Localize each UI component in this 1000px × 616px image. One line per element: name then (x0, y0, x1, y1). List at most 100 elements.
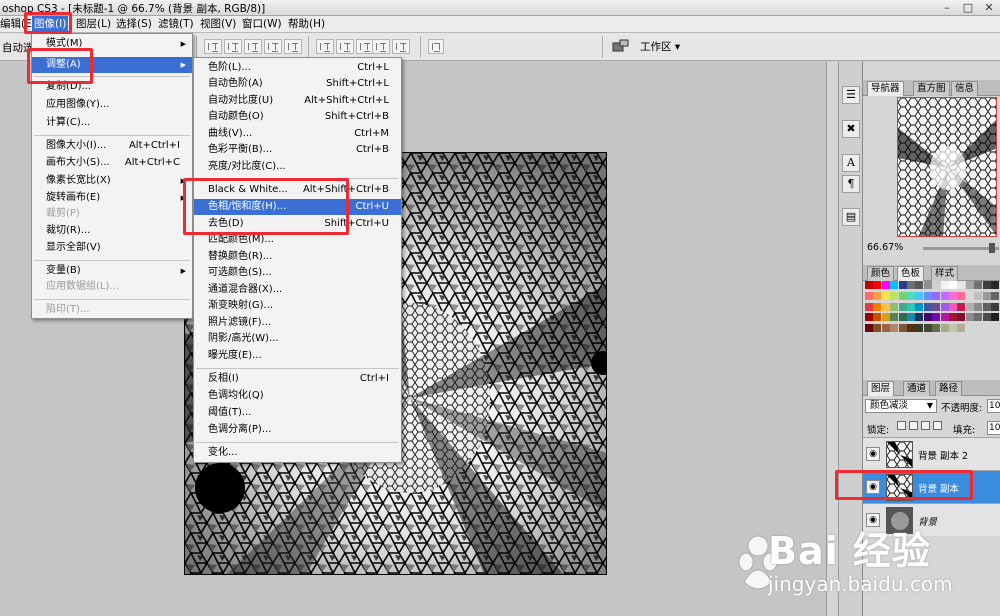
color-swatch[interactable] (932, 291, 941, 300)
color-swatch[interactable] (890, 281, 899, 289)
image-menu-item[interactable]: 图像大小(I)... Alt+Ctrl+I (32, 138, 192, 154)
blend-mode-select[interactable]: 颜色减淡 ▼ (865, 399, 937, 413)
menu-select[interactable]: 选择(S) (114, 16, 154, 33)
zoom-slider[interactable] (923, 243, 999, 253)
tab-navigator[interactable]: 导航器 (867, 81, 904, 96)
color-swatch[interactable] (932, 281, 941, 289)
color-swatch[interactable] (949, 313, 957, 322)
color-swatch[interactable] (881, 313, 890, 322)
color-swatch[interactable] (957, 324, 966, 333)
color-swatch[interactable] (982, 302, 991, 311)
color-swatch[interactable] (974, 313, 983, 322)
color-swatch[interactable] (873, 281, 882, 289)
auto-align-icon[interactable] (428, 39, 444, 54)
color-swatch[interactable] (865, 302, 873, 311)
color-swatch[interactable] (940, 324, 949, 333)
navigator-zoom[interactable]: 66.67% (867, 242, 903, 253)
lock-position-icon[interactable] (921, 421, 930, 430)
adjust-menu-item[interactable]: 阈值(T)... (194, 405, 401, 421)
menu-help[interactable]: 帮助(H) (286, 16, 327, 33)
color-swatch[interactable] (949, 324, 957, 333)
tool-presets-icon[interactable]: ✖ (842, 120, 860, 138)
layer-row[interactable]: ◉ 背景 副本 2 (863, 437, 1000, 470)
color-swatch[interactable] (907, 313, 915, 322)
tab-histogram[interactable]: 直方图 (913, 81, 950, 96)
color-swatch[interactable] (982, 281, 991, 289)
color-swatch[interactable] (865, 324, 873, 333)
menu-filter[interactable]: 滤镜(T) (156, 16, 196, 33)
color-swatch[interactable] (965, 313, 974, 322)
color-swatch[interactable] (907, 281, 915, 289)
color-swatch[interactable] (873, 313, 882, 322)
image-menu-item[interactable]: 显示全部(V) (32, 240, 192, 256)
adjust-menu-item[interactable]: 色阶(L)... Ctrl+L (194, 60, 401, 76)
color-swatch[interactable] (898, 291, 907, 300)
color-swatch[interactable] (881, 324, 890, 333)
opacity-field[interactable]: 100 (987, 399, 1000, 413)
navigator-preview[interactable] (897, 97, 997, 237)
tab-swatches[interactable]: 色板 (897, 266, 925, 281)
image-menu-item[interactable]: 旋转画布(E) ▶ (32, 190, 192, 206)
color-swatch[interactable] (915, 313, 924, 322)
color-swatch[interactable] (873, 291, 882, 300)
color-swatch[interactable] (940, 313, 949, 322)
adjust-menu-item[interactable]: 通道混合器(X)... (194, 282, 401, 298)
align-bottom-icon[interactable] (244, 39, 262, 54)
tab-channels[interactable]: 通道 (903, 381, 931, 396)
distribute-left-icon[interactable] (372, 39, 390, 54)
color-swatch[interactable] (991, 291, 999, 300)
color-swatch[interactable] (907, 291, 915, 300)
color-swatch[interactable] (865, 313, 873, 322)
color-swatch[interactable] (974, 291, 983, 300)
color-swatch[interactable] (923, 324, 932, 333)
lock-all-icon[interactable] (933, 421, 942, 430)
image-menu-item[interactable]: 画布大小(S)... Alt+Ctrl+C (32, 155, 192, 171)
color-swatch[interactable] (965, 302, 974, 311)
color-swatch[interactable] (923, 302, 932, 311)
minimize-icon[interactable]: – (936, 0, 958, 16)
adjust-menu-item[interactable]: 渐变映射(G)... (194, 298, 401, 314)
color-swatch[interactable] (915, 291, 924, 300)
color-swatch[interactable] (932, 324, 941, 333)
adjust-menu-item[interactable]: 可选颜色(S)... (194, 265, 401, 281)
color-swatch[interactable] (949, 291, 957, 300)
color-swatch[interactable] (881, 302, 890, 311)
distribute-vcenter-icon[interactable] (336, 39, 354, 54)
close-icon[interactable]: ✕ (978, 0, 1000, 16)
color-swatch[interactable] (890, 291, 899, 300)
align-vcenter-icon[interactable] (224, 39, 242, 54)
layer-comps-icon[interactable]: ▤ (842, 208, 860, 226)
color-swatch[interactable] (890, 302, 899, 311)
color-swatch[interactable] (932, 302, 941, 311)
workspace-button[interactable]: 工作区 ▾ (640, 39, 680, 54)
history-icon[interactable]: ☰ (842, 86, 860, 104)
image-menu-item[interactable]: 像素长宽比(X) ▶ (32, 173, 192, 189)
color-swatch[interactable] (865, 281, 873, 289)
color-swatch[interactable] (974, 281, 983, 289)
menu-window[interactable]: 窗口(W) (240, 16, 284, 33)
color-swatch[interactable] (940, 302, 949, 311)
adjust-menu-item[interactable]: 变化... (194, 445, 401, 461)
color-swatch[interactable] (865, 291, 873, 300)
color-swatch[interactable] (974, 302, 983, 311)
adjust-menu-item[interactable]: 曝光度(E)... (194, 348, 401, 364)
color-swatch[interactable] (957, 281, 966, 289)
image-menu-item[interactable]: 裁切(R)... (32, 223, 192, 239)
adjust-menu-item[interactable]: 反相(I) Ctrl+I (194, 371, 401, 387)
color-swatch[interactable] (957, 313, 966, 322)
color-swatch[interactable] (965, 291, 974, 300)
eye-icon[interactable]: ◉ (866, 447, 880, 461)
menu-view[interactable]: 视图(V) (198, 16, 238, 33)
fill-field[interactable]: 100 (987, 421, 1000, 435)
maximize-icon[interactable]: □ (957, 0, 979, 16)
image-menu-item[interactable]: 变量(B) ▶ (32, 263, 192, 279)
align-top-icon[interactable] (204, 39, 222, 54)
adjust-menu-item[interactable]: 阴影/高光(W)... (194, 331, 401, 347)
lock-transparency-icon[interactable] (897, 421, 906, 430)
color-swatch[interactable] (898, 302, 907, 311)
tab-paths[interactable]: 路径 (935, 381, 963, 396)
color-swatch[interactable] (965, 281, 974, 289)
adjust-menu-item[interactable]: 照片滤镜(F)... (194, 315, 401, 331)
color-swatch[interactable] (890, 324, 899, 333)
color-swatch[interactable] (949, 302, 957, 311)
